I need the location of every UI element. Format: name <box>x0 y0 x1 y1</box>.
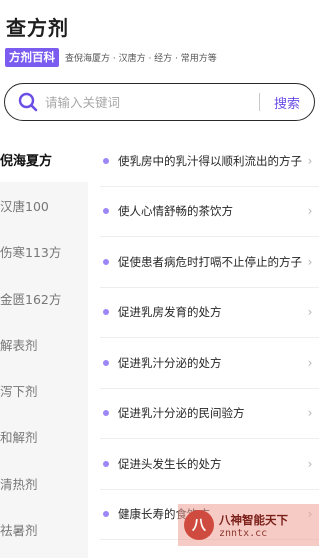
list-item[interactable]: 促进乳汁分泌的民间验方 › <box>100 389 319 439</box>
sidebar-item-shanghan113[interactable]: 伤寒113方 <box>0 229 88 275</box>
list-item-title: 促使患者病危时打嗝不止停止的方子 <box>118 254 302 269</box>
list-item[interactable]: 使人心情舒畅的茶饮方 › <box>100 187 319 237</box>
sidebar-item-qingre[interactable]: 清热剂 <box>0 460 88 506</box>
sidebar-item-xiexia[interactable]: 泻下剂 <box>0 367 88 413</box>
sidebar-item-label: 伤寒113方 <box>0 245 62 261</box>
sidebar-item-label: 倪海夏方 <box>0 153 53 169</box>
list-item[interactable]: 促进头发生长的处方 › <box>100 439 319 490</box>
sidebar-item-label: 解表剂 <box>0 337 38 353</box>
formula-list: 使乳房中的乳汁得以顺利流出的方子 › 使人心情舒畅的茶饮方 › 促使患者病危时打… <box>88 136 319 558</box>
list-item-title: 使乳房中的乳汁得以顺利流出的方子 <box>118 153 302 168</box>
watermark-logo-icon: 八 <box>184 510 214 540</box>
bullet-dot-icon <box>103 208 109 215</box>
sidebar-item-nihaixia[interactable]: 倪海夏方 <box>0 136 88 183</box>
list-item[interactable]: 促进乳房发育的处方 › <box>100 288 319 338</box>
bullet-dot-icon <box>103 157 109 164</box>
sidebar-item-label: 祛暑剂 <box>0 523 38 539</box>
search-input[interactable] <box>43 94 259 110</box>
list-item[interactable]: 使乳房中的乳汁得以顺利流出的方子 › <box>100 136 319 187</box>
bullet-dot-icon <box>103 359 109 366</box>
list-item-title: 促进乳汁分泌的民间验方 <box>118 406 245 421</box>
watermark: 八 八神智能天下 znntx.cc <box>178 504 319 546</box>
search-divider <box>258 93 260 111</box>
watermark-line1: 八神智能天下 <box>219 512 288 527</box>
chevron-right-icon: › <box>307 305 313 320</box>
search-button[interactable]: 搜索 <box>274 93 300 112</box>
sidebar-item-jingui162[interactable]: 金匮162方 <box>0 275 88 321</box>
sidebar-item-jiebiao[interactable]: 解表剂 <box>0 321 88 367</box>
chevron-right-icon: › <box>307 406 313 421</box>
list-item-title: 促进头发生长的处方 <box>118 456 222 471</box>
sidebar-item-label: 金匮162方 <box>0 291 62 307</box>
list-item-title: 促进乳汁分泌的处方 <box>118 355 222 370</box>
list-item[interactable]: 促进乳汁分泌的处方 › <box>100 338 319 389</box>
page-title: 查方剂 <box>6 16 69 40</box>
list-item-title: 促进乳房发育的处方 <box>118 305 222 320</box>
category-badge: 方剂百科 <box>5 47 59 67</box>
sidebar-item-hantang100[interactable]: 汉唐100 <box>0 182 88 228</box>
chevron-right-icon: › <box>307 153 313 168</box>
sidebar-item-label: 汉唐100 <box>0 198 49 214</box>
category-sidebar: 倪海夏方 汉唐100 伤寒113方 金匮162方 解表剂 泻下剂 和解剂 清热剂… <box>0 136 88 558</box>
chevron-right-icon: › <box>307 204 313 219</box>
chevron-right-icon: › <box>307 254 313 269</box>
bullet-dot-icon <box>103 258 109 265</box>
bullet-dot-icon <box>103 511 109 518</box>
sidebar-item-label: 泻下剂 <box>0 384 38 400</box>
sidebar-item-hejie[interactable]: 和解剂 <box>0 414 88 460</box>
chevron-right-icon: › <box>307 456 313 471</box>
watermark-line2: znntx.cc <box>219 527 268 539</box>
list-item-title: 使人心情舒畅的茶饮方 <box>118 204 233 219</box>
search-bar[interactable]: 搜索 <box>4 83 315 121</box>
list-item[interactable]: 促使患者病危时打嗝不止停止的方子 › <box>100 237 319 288</box>
sidebar-item-label: 和解剂 <box>0 430 38 446</box>
chevron-right-icon: › <box>307 355 313 370</box>
bullet-dot-icon <box>103 309 109 316</box>
bullet-dot-icon <box>103 460 109 467</box>
watermark-text: 八神智能天下 znntx.cc <box>219 512 288 539</box>
bullet-dot-icon <box>103 410 109 417</box>
tagline: 方剂百科 查倪海厦方 · 汉唐方 · 经方 · 常用方等 <box>5 47 217 67</box>
search-icon <box>13 87 43 117</box>
sidebar-item-qushu[interactable]: 祛暑剂 <box>0 506 88 552</box>
tagline-description: 查倪海厦方 · 汉唐方 · 经方 · 常用方等 <box>65 53 217 64</box>
sidebar-item-label: 清热剂 <box>0 476 38 492</box>
